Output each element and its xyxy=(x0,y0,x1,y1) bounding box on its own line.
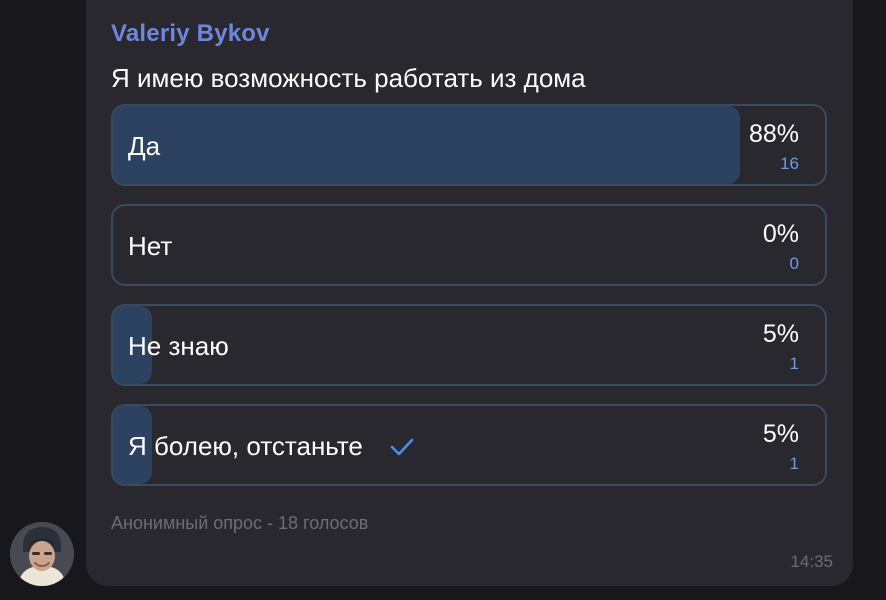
poll-option-votes: 0 xyxy=(789,254,799,273)
checkmark-icon xyxy=(389,433,415,464)
chat-view: Valeriy Bykov Я имею возможность работат… xyxy=(0,0,886,600)
poll-option-label-wrap: Я болею, отстаньте xyxy=(128,431,415,464)
poll-option-percent: 5% xyxy=(762,420,799,448)
poll-option-percent: 88% xyxy=(748,120,799,148)
message-timestamp: 14:35 xyxy=(790,552,833,571)
poll-option-percent: 5% xyxy=(762,320,799,348)
poll-option-2[interactable]: Нет 0% 0 xyxy=(111,204,827,286)
poll-option-4[interactable]: Я болею, отстаньте 5% 1 xyxy=(111,404,827,486)
poll-question: Я имею возможность работать из дома xyxy=(111,63,586,93)
poll-option-votes: 1 xyxy=(789,354,799,373)
poll-option-label: Нет xyxy=(128,231,173,261)
poll-option-votes: 1 xyxy=(789,454,799,473)
poll-option-label: Я болею, отстаньте xyxy=(128,431,363,461)
poll-message-bubble: Valeriy Bykov Я имею возможность работат… xyxy=(86,0,853,586)
poll-option-label: Не знаю xyxy=(128,331,229,361)
sender-name[interactable]: Valeriy Bykov xyxy=(111,20,270,48)
poll-option-1[interactable]: Да 88% 16 xyxy=(111,104,827,186)
poll-option-fill xyxy=(113,106,740,184)
poll-footer: Анонимный опрос - 18 голосов xyxy=(111,513,369,533)
poll-option-votes: 16 xyxy=(780,154,799,173)
poll-option-3[interactable]: Не знаю 5% 1 xyxy=(111,304,827,386)
poll-option-label: Да xyxy=(128,131,161,161)
poll-option-percent: 0% xyxy=(762,220,799,248)
user-avatar[interactable] xyxy=(10,522,74,586)
